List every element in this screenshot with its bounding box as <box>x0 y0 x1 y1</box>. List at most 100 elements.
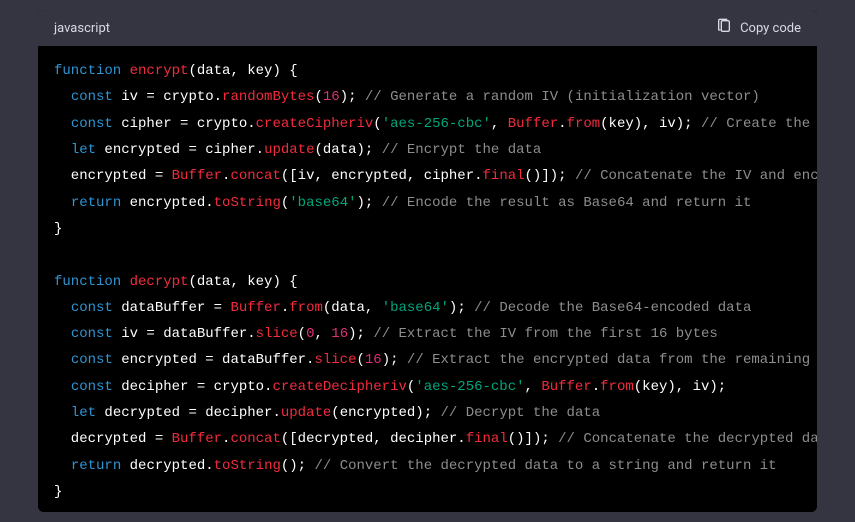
code-token: final <box>483 168 525 184</box>
code-token: ( <box>298 326 306 342</box>
code-token: return <box>71 195 121 211</box>
code-content: function encrypt(data, key) { const iv =… <box>38 58 817 505</box>
code-token: ); <box>348 326 373 342</box>
code-token: data, key <box>197 274 273 290</box>
code-token: // Decode the Base64-encoded data <box>474 300 751 316</box>
copy-code-label: Copy code <box>740 21 801 36</box>
code-token: , <box>525 379 542 395</box>
code-token: createCipheriv <box>256 116 374 132</box>
code-token: (key), iv); <box>600 116 701 132</box>
code-token: dataBuffer = <box>113 300 231 316</box>
code-token: } <box>54 221 62 237</box>
code-token: concat <box>230 431 280 447</box>
code-token: ); <box>357 195 382 211</box>
code-token: ( <box>188 274 196 290</box>
code-token: const <box>71 89 113 105</box>
code-token: // Concatenate the IV and encrypted data <box>575 168 817 184</box>
code-token <box>54 142 71 158</box>
code-token: 16 <box>365 352 382 368</box>
code-token: . <box>558 116 566 132</box>
code-token: encrypted. <box>121 195 213 211</box>
code-token: cipher = crypto. <box>113 116 256 132</box>
code-token: // Concatenate the decrypted data <box>558 431 817 447</box>
code-token <box>54 89 71 105</box>
code-token: slice <box>314 352 356 368</box>
code-token: data, key <box>197 63 273 79</box>
code-token: iv = crypto. <box>113 89 222 105</box>
code-token: const <box>71 116 113 132</box>
code-token: ([iv, encrypted, cipher. <box>281 168 483 184</box>
code-token: 'aes-256-cbc' <box>415 379 524 395</box>
code-token: toString <box>214 195 281 211</box>
code-token: toString <box>214 458 281 474</box>
code-token <box>54 300 71 316</box>
copy-code-button[interactable]: Copy code <box>716 18 801 38</box>
language-label: javascript <box>54 21 110 36</box>
code-token: // Decrypt the data <box>441 405 601 421</box>
code-token: const <box>71 326 113 342</box>
code-token <box>54 405 71 421</box>
code-token: (key), iv); <box>634 379 726 395</box>
code-token: ); <box>382 352 407 368</box>
code-token: (data, <box>323 300 382 316</box>
code-token <box>54 379 71 395</box>
code-token: ( <box>314 89 322 105</box>
code-token: ) { <box>272 63 297 79</box>
code-token: decrypted = decipher. <box>96 405 281 421</box>
code-token: decrypted = <box>54 431 172 447</box>
code-token: let <box>71 142 96 158</box>
code-token <box>54 326 71 342</box>
code-token: from <box>289 300 323 316</box>
code-header: javascript Copy code <box>38 10 817 46</box>
code-token: 16 <box>331 326 348 342</box>
code-token: , <box>491 116 508 132</box>
code-token: // Extract the IV from the first 16 byte… <box>373 326 717 342</box>
code-token: return <box>71 458 121 474</box>
code-token: encrypt <box>130 63 189 79</box>
code-token: const <box>71 352 113 368</box>
code-token: // Encrypt the data <box>382 142 542 158</box>
code-token: encrypted = <box>54 168 172 184</box>
code-token: 'base64' <box>289 195 356 211</box>
code-token: const <box>71 379 113 395</box>
code-token: ([decrypted, decipher. <box>281 431 466 447</box>
code-token: from <box>600 379 634 395</box>
code-token: function <box>54 274 130 290</box>
code-token: // Extract the encrypted data from the r… <box>407 352 817 368</box>
code-token: function <box>54 63 130 79</box>
code-token: encrypted = dataBuffer. <box>113 352 315 368</box>
code-token: (data); <box>314 142 381 158</box>
code-token: // Create the cipher <box>701 116 817 132</box>
code-token: from <box>567 116 601 132</box>
code-token: ( <box>356 352 364 368</box>
code-token: randomBytes <box>222 89 314 105</box>
code-token <box>54 352 71 368</box>
code-token: . <box>592 379 600 395</box>
code-token: let <box>71 405 96 421</box>
code-body[interactable]: function encrypt(data, key) { const iv =… <box>38 46 817 512</box>
code-token: Buffer <box>172 431 222 447</box>
clipboard-icon <box>716 18 732 38</box>
code-token: decipher = crypto. <box>113 379 273 395</box>
code-token: ( <box>188 63 196 79</box>
code-token <box>54 458 71 474</box>
code-token: 'aes-256-cbc' <box>382 116 491 132</box>
code-token <box>54 116 71 132</box>
code-token: const <box>71 300 113 316</box>
code-token: // Generate a random IV (initialization … <box>365 89 760 105</box>
code-token: ()]); <box>508 431 558 447</box>
code-token: ); <box>449 300 474 316</box>
code-block: javascript Copy code function encrypt(da… <box>38 10 817 512</box>
code-token: iv = dataBuffer. <box>113 326 256 342</box>
code-token: ) { <box>272 274 297 290</box>
code-token: , <box>314 326 331 342</box>
code-token: createDecipheriv <box>272 379 406 395</box>
code-token: decrypted. <box>121 458 213 474</box>
code-token: (); <box>281 458 315 474</box>
code-token: Buffer <box>172 168 222 184</box>
code-token: ); <box>340 89 365 105</box>
code-token: } <box>54 484 62 500</box>
code-token: 'base64' <box>382 300 449 316</box>
code-token: decrypt <box>130 274 189 290</box>
code-token: 16 <box>323 89 340 105</box>
